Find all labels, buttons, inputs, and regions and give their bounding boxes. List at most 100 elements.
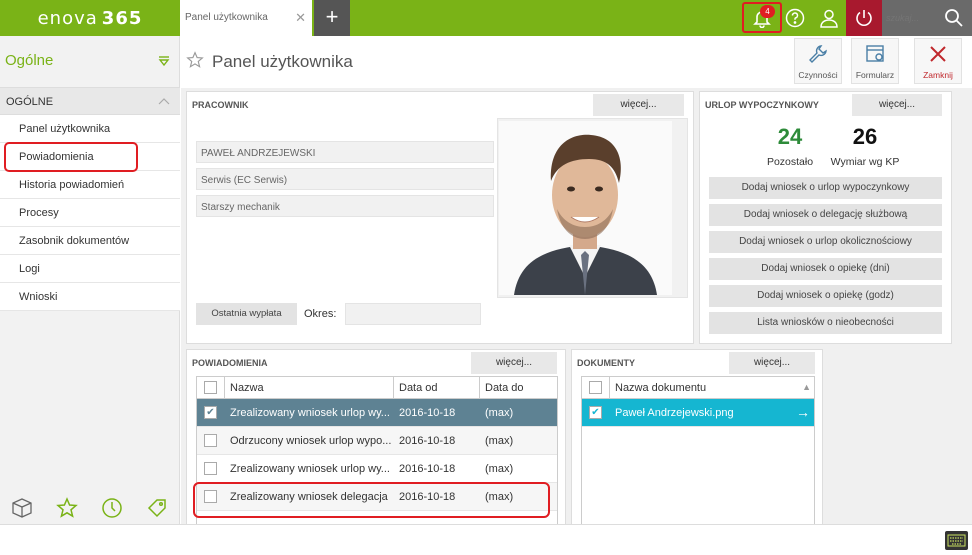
column-header-nazwa-dokumentu[interactable]: Nazwa dokumentu ▲ <box>610 377 814 398</box>
tag-icon[interactable] <box>146 497 168 519</box>
logo-number: 365 <box>101 7 143 29</box>
search-icon[interactable] <box>944 8 964 28</box>
power-icon <box>856 10 872 26</box>
close-icon <box>930 46 946 62</box>
row-checkbox-checked[interactable]: ✔ <box>204 406 217 419</box>
sidebar-item-historia-powiadomien[interactable]: Historia powiadomień <box>0 171 180 199</box>
sidebar-item-wnioski[interactable]: Wnioski <box>0 283 180 311</box>
leave-panel: URLOP WYPOCZYNKOWY więcej... 24 Pozostał… <box>699 91 952 344</box>
favorite-star-icon[interactable] <box>186 51 204 69</box>
notification-row[interactable]: Zrealizowany wniosek urlop wy... 2016-10… <box>197 455 557 483</box>
leave-total-value: 26 <box>852 124 878 149</box>
filter-icon <box>158 56 170 67</box>
notification-name: Odrzucony wniosek urlop wypo... <box>230 435 392 447</box>
documents-more-button[interactable]: więcej... <box>729 352 815 374</box>
sidebar-filter-button[interactable] <box>158 55 170 70</box>
row-checkbox[interactable] <box>204 434 217 447</box>
column-header-nazwa[interactable]: Nazwa <box>225 377 394 398</box>
tab-label: Panel użytkownika <box>185 12 268 23</box>
notification-row[interactable]: ✔ Zrealizowany wniosek urlop wy... 2016-… <box>197 399 557 427</box>
new-tab-button[interactable]: + <box>314 0 350 36</box>
document-row[interactable]: ✔ Paweł Andrzejewski.png → <box>582 399 814 427</box>
user-icon <box>820 9 838 28</box>
arrow-right-icon[interactable]: → <box>796 404 810 420</box>
notifications-panel-title: POWIADOMIENIA <box>192 358 268 368</box>
header-select-cell <box>197 377 225 398</box>
search-input[interactable] <box>886 10 942 26</box>
employee-more-button[interactable]: więcej... <box>593 94 684 116</box>
sidebar-item-label: Historia powiadomień <box>19 179 125 191</box>
select-all-checkbox[interactable] <box>204 381 217 394</box>
add-occasional-leave-button[interactable]: Dodaj wniosek o urlop okolicznościowy <box>709 231 942 253</box>
star-icon[interactable] <box>56 497 78 519</box>
row-checkbox[interactable] <box>204 462 217 475</box>
czynnosci-label: Czynności <box>798 70 838 80</box>
formularz-button[interactable]: Formularz <box>851 38 899 84</box>
column-header-data-do[interactable]: Data do <box>480 377 557 398</box>
search-box <box>882 0 972 36</box>
period-field[interactable] <box>345 303 481 325</box>
employee-photo-frame <box>497 118 688 298</box>
app-logo[interactable]: enova 365 <box>0 0 180 36</box>
zamknij-button[interactable]: Zamknij <box>914 38 962 84</box>
sidebar-group-ogolne[interactable]: OGÓLNE <box>0 87 180 115</box>
help-button[interactable] <box>778 0 812 36</box>
sidebar-item-logi[interactable]: Logi <box>0 255 180 283</box>
employee-panel: PRACOWNIK więcej... PAWEŁ ANDRZEJEWSKI S… <box>186 91 694 344</box>
notification-name: Zrealizowany wniosek urlop wy... <box>230 463 390 475</box>
add-vacation-request-button[interactable]: Dodaj wniosek o urlop wypoczynkowy <box>709 177 942 199</box>
clock-icon[interactable] <box>101 497 123 519</box>
powiadomienia-highlight <box>4 142 138 172</box>
sidebar-item-label: Zasobnik dokumentów <box>19 235 130 247</box>
logout-button[interactable] <box>846 0 882 36</box>
header-select-cell <box>582 377 610 398</box>
user-button[interactable] <box>812 0 846 36</box>
box-icon[interactable] <box>11 497 33 519</box>
sidebar-bottom-bar <box>0 489 180 527</box>
sidebar-item-label: Logi <box>19 263 40 275</box>
last-pay-button[interactable]: Ostatnia wypłata <box>196 303 297 325</box>
add-delegation-request-button[interactable]: Dodaj wniosek o delegację służbową <box>709 204 942 226</box>
sidebar-item-procesy[interactable]: Procesy <box>0 199 180 227</box>
sidebar-group-label: OGÓLNE <box>6 96 54 108</box>
leave-remaining-value: 24 <box>777 124 803 149</box>
notification-date-from: 2016-10-18 <box>399 435 456 447</box>
sidebar-item-panel-uzytkownika[interactable]: Panel użytkownika <box>0 115 180 143</box>
chevron-up-icon <box>158 98 170 105</box>
column-header-label: Nazwa dokumentu <box>615 382 707 394</box>
close-tab-icon[interactable]: ✕ <box>295 10 306 26</box>
notification-date-from: 2016-10-18 <box>399 407 456 419</box>
leave-more-button[interactable]: więcej... <box>852 94 942 116</box>
czynnosci-button[interactable]: Czynności <box>794 38 842 84</box>
row-checkbox-checked[interactable]: ✔ <box>589 406 602 419</box>
select-all-checkbox[interactable] <box>589 381 602 394</box>
logo-text: enova <box>37 7 98 29</box>
zamknij-label: Zamknij <box>923 70 953 80</box>
notification-name: Zrealizowany wniosek urlop wy... <box>230 407 390 419</box>
notification-row[interactable]: Odrzucony wniosek urlop wypo... 2016-10-… <box>197 427 557 455</box>
add-care-days-button[interactable]: Dodaj wniosek o opiekę (dni) <box>709 258 942 280</box>
documents-grid: Nazwa dokumentu ▲ ✔ Paweł Andrzejewski.p… <box>581 376 815 525</box>
footer-bar <box>0 524 972 555</box>
documents-panel-title: DOKUMENTY <box>577 358 635 368</box>
employee-panel-title: PRACOWNIK <box>192 100 249 110</box>
document-name: Paweł Andrzejewski.png <box>615 407 734 419</box>
sidebar-item-zasobnik-dokumentow[interactable]: Zasobnik dokumentów <box>0 227 180 255</box>
employee-department-field: Serwis (EC Serwis) <box>196 168 494 190</box>
sidebar-item-label: Wnioski <box>19 291 58 303</box>
form-icon <box>866 45 884 62</box>
tab-panel-uzytkownika[interactable]: Panel użytkownika ✕ <box>180 0 312 36</box>
documents-grid-header: Nazwa dokumentu ▲ <box>582 377 814 399</box>
notification-date-to: (max) <box>485 407 514 419</box>
absence-requests-list-button[interactable]: Lista wniosków o nieobecności <box>709 312 942 334</box>
column-header-data-od[interactable]: Data od <box>394 377 480 398</box>
help-icon <box>785 8 805 28</box>
employee-position-field: Starszy mechanik <box>196 195 494 217</box>
notifications-more-button[interactable]: więcej... <box>471 352 557 374</box>
sidebar-title: Ogólne <box>5 52 54 69</box>
add-care-hours-button[interactable]: Dodaj wniosek o opiekę (godz) <box>709 285 942 307</box>
sort-ascending-icon: ▲ <box>802 382 811 392</box>
keyboard-icon[interactable] <box>945 531 968 550</box>
keyboard-glyph <box>947 534 966 547</box>
notifications-grid-header: Nazwa Data od Data do <box>197 377 557 399</box>
